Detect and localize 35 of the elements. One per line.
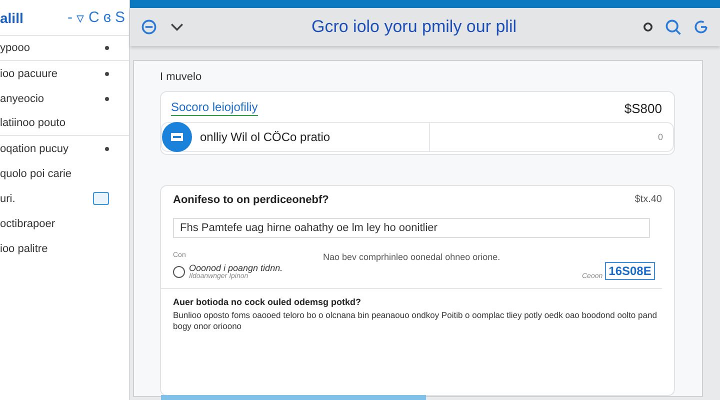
option-note: Nao bev comprhinleo oonedal ohneo orione. [323, 252, 502, 262]
sidebar-item[interactable]: quolo poi carie [0, 168, 72, 180]
toolbar-glyph[interactable]: ɞ [103, 8, 111, 26]
code-field[interactable]: 16S08E [604, 262, 656, 280]
sidebar-title: alill [0, 10, 24, 26]
sidebar-item[interactable]: oqation pucuy [0, 142, 68, 154]
followup-title: Auer botioda no cock ouled odemsg potkd? [173, 297, 362, 307]
sidebar-item[interactable]: uri. [0, 192, 16, 204]
sidebar-item[interactable]: octibrapoer [0, 218, 56, 230]
followup-text: Bunlioo oposto foms oaooed teloro bo o olcnana bin peanaouo ondkoy Poitib o oomplac tliey potly oedk oao boodond oolto pand bogy onor orioono [173, 310, 658, 333]
radio-button[interactable] [173, 266, 185, 278]
toolbar-glyph[interactable]: C [88, 8, 100, 26]
section-label: I muvelo [160, 71, 203, 83]
amount: $tx.40 [634, 194, 662, 206]
sidebar-item[interactable]: anyeocio [0, 92, 44, 104]
summary-row[interactable]: onlliy Wil ol CÖCo pratio 0 [161, 122, 674, 152]
answer-field[interactable]: Fhs Pamtefe uag hirne oahathy oe lm ley ho oonitlier [173, 218, 650, 238]
card-title: Socoro leiojofiliy [171, 100, 258, 116]
amount: $S800 [624, 100, 662, 116]
sidebar-item[interactable]: ioo pacuure [0, 68, 58, 80]
refresh-icon[interactable] [692, 18, 710, 36]
toolbar-glyph[interactable]: ▿ [76, 8, 85, 26]
toolbar-glyph[interactable]: S [114, 8, 125, 26]
page-title: Gcro iolo yoru pmily our plil [310, 17, 518, 37]
radio-label: Ooonod i poangn tidnn. [189, 263, 283, 273]
minus-circle-icon[interactable] [140, 18, 158, 36]
row-text: onlliy Wil ol CÖCo pratio [200, 123, 430, 151]
sidebar-item[interactable]: ypooo [0, 42, 30, 54]
circle-icon[interactable] [642, 21, 654, 33]
toolbar-glyph[interactable]: - [68, 8, 73, 26]
search-icon[interactable] [664, 18, 682, 36]
row-value: 0 [656, 132, 664, 142]
question-title: Aonifeso to on perdiceonebf? [173, 194, 329, 206]
sidebar-item[interactable]: latiinoo pouto [0, 117, 66, 129]
sidebar-item[interactable]: ioo palitre [0, 242, 48, 254]
